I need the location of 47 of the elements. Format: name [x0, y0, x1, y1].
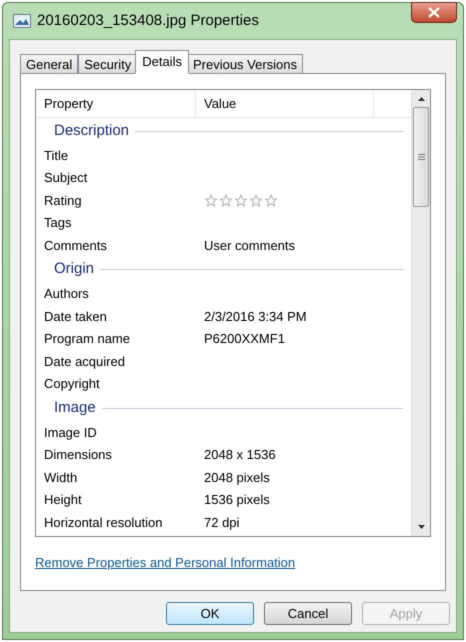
scrollbar-thumb[interactable] — [413, 107, 429, 207]
rating-stars[interactable] — [204, 194, 278, 207]
group-heading: Origin — [54, 259, 94, 280]
close-button[interactable] — [411, 2, 457, 23]
close-icon — [428, 7, 440, 18]
property-value: 72 dpi — [204, 514, 240, 532]
grip-icon — [418, 154, 424, 160]
column-header[interactable]: Property — [36, 90, 196, 117]
remove-properties-link[interactable]: Remove Properties and Personal Information — [35, 555, 296, 570]
property-name: Date taken — [44, 308, 107, 324]
group-heading: Image — [54, 398, 96, 418]
property-name: Authors — [44, 286, 89, 301]
star-icon[interactable] — [219, 194, 233, 207]
property-name: Image ID — [44, 424, 97, 440]
tab[interactable]: Details — [135, 50, 189, 74]
property-name: Copyright — [44, 376, 100, 391]
dialog-button[interactable]: Cancel — [264, 602, 352, 625]
group-heading: Description — [54, 120, 130, 141]
property-value: 2048 pixels — [204, 468, 270, 487]
property-name: Tags — [44, 215, 72, 230]
star-icon[interactable] — [249, 194, 263, 207]
property-name: Width — [44, 470, 78, 484]
property-name: Height — [44, 492, 82, 507]
star-icon[interactable] — [264, 194, 278, 207]
property-name: Horizontal resolution — [44, 514, 163, 530]
property-value: 2048 x 1536 — [204, 446, 276, 464]
property-value: 1536 pixels — [204, 491, 270, 509]
window-title: 20160203_153408.jpg Properties — [37, 10, 259, 31]
picture-file-icon — [13, 14, 31, 28]
tab[interactable]: Security — [78, 54, 138, 74]
star-icon[interactable] — [204, 194, 218, 207]
property-value: P6200XXMF1 — [204, 330, 285, 348]
tab[interactable]: General — [20, 54, 78, 74]
dialog-button[interactable]: OK — [166, 602, 254, 625]
property-value: User comments — [204, 236, 296, 254]
scrollbar[interactable] — [411, 90, 430, 536]
property-name: Rating — [44, 192, 82, 208]
property-name: Subject — [44, 170, 88, 185]
star-icon[interactable] — [234, 194, 248, 207]
tab[interactable]: Previous Versions — [186, 54, 304, 74]
property-name: Comments — [44, 238, 107, 252]
property-name: Title — [44, 148, 68, 162]
property-name: Date acquired — [44, 354, 125, 368]
property-name: Dimensions — [44, 447, 112, 462]
property-name: Program name — [44, 331, 130, 346]
column-header[interactable]: Value — [196, 90, 374, 117]
property-value: 2/3/2016 3:34 PM — [204, 308, 307, 326]
